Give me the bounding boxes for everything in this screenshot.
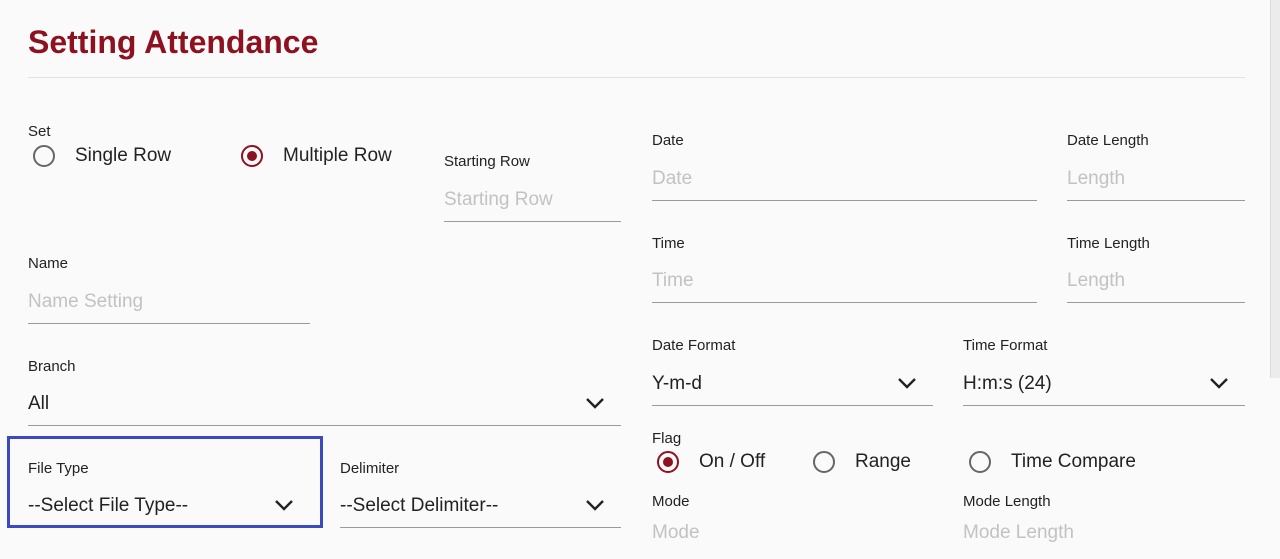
date-length-input[interactable]: Length — [1067, 164, 1245, 201]
title-divider — [28, 77, 1245, 78]
mode-placeholder: Mode — [652, 522, 700, 543]
time-placeholder: Time — [652, 270, 694, 291]
radio-label: Range — [855, 451, 911, 472]
file-type-value: --Select File Type-- — [28, 495, 189, 516]
mode-input[interactable]: Mode — [652, 518, 933, 554]
file-type-label: File Type — [28, 460, 89, 477]
time-label: Time — [652, 235, 685, 252]
radio-selected-icon — [657, 451, 679, 473]
radio-selected-icon — [241, 145, 263, 167]
flag-label: Flag — [652, 430, 682, 447]
starting-row-label: Starting Row — [444, 153, 530, 170]
time-format-value: H:m:s (24) — [963, 373, 1052, 394]
time-length-label: Time Length — [1067, 235, 1150, 252]
radio-label: Single Row — [75, 145, 172, 166]
chevron-down-icon — [1210, 378, 1228, 389]
date-label: Date — [652, 132, 684, 149]
date-length-label: Date Length — [1067, 132, 1149, 149]
chevron-down-icon — [586, 398, 604, 409]
scrollbar[interactable] — [1270, 0, 1280, 378]
file-type-select[interactable]: --Select File Type-- — [28, 491, 310, 527]
radio-label: On / Off — [699, 451, 766, 472]
branch-label: Branch — [28, 358, 76, 375]
radio-time-compare[interactable]: Time Compare — [969, 451, 1136, 473]
delimiter-select[interactable]: --Select Delimiter-- — [340, 491, 621, 528]
radio-on-off[interactable]: On / Off — [657, 451, 765, 473]
name-input[interactable]: Name Setting — [28, 287, 310, 324]
date-placeholder: Date — [652, 168, 693, 189]
delimiter-value: --Select Delimiter-- — [340, 495, 499, 516]
starting-row-placeholder: Starting Row — [444, 189, 553, 210]
radio-label: Time Compare — [1011, 451, 1136, 472]
time-input[interactable]: Time — [652, 266, 1037, 303]
radio-icon — [33, 145, 55, 167]
date-format-select[interactable]: Y-m-d — [652, 369, 933, 406]
mode-length-placeholder: Mode Length — [963, 522, 1074, 543]
branch-select[interactable]: All — [28, 389, 621, 426]
page-title: Setting Attendance — [28, 24, 319, 60]
time-length-input[interactable]: Length — [1067, 266, 1245, 303]
chevron-down-icon — [898, 378, 916, 389]
radio-icon — [969, 451, 991, 473]
date-format-label: Date Format — [652, 337, 736, 354]
radio-icon — [813, 451, 835, 473]
starting-row-input[interactable]: Starting Row — [444, 185, 621, 222]
set-label: Set — [28, 123, 51, 140]
radio-label: Multiple Row — [283, 145, 392, 166]
mode-length-label: Mode Length — [963, 493, 1051, 510]
chevron-down-icon — [586, 500, 604, 511]
date-format-value: Y-m-d — [652, 373, 702, 394]
delimiter-label: Delimiter — [340, 460, 400, 477]
date-length-placeholder: Length — [1067, 168, 1126, 189]
chevron-down-icon — [275, 500, 293, 511]
date-input[interactable]: Date — [652, 164, 1037, 201]
name-label: Name — [28, 255, 69, 272]
time-length-placeholder: Length — [1067, 270, 1126, 291]
name-placeholder: Name Setting — [28, 291, 144, 312]
mode-length-input[interactable]: Mode Length — [963, 518, 1245, 554]
mode-label: Mode — [652, 493, 690, 510]
radio-multiple-row[interactable]: Multiple Row — [241, 145, 392, 167]
branch-value: All — [28, 393, 50, 414]
radio-single-row[interactable]: Single Row — [33, 145, 171, 167]
time-format-label: Time Format — [963, 337, 1048, 354]
time-format-select[interactable]: H:m:s (24) — [963, 369, 1245, 406]
radio-range[interactable]: Range — [813, 451, 911, 473]
